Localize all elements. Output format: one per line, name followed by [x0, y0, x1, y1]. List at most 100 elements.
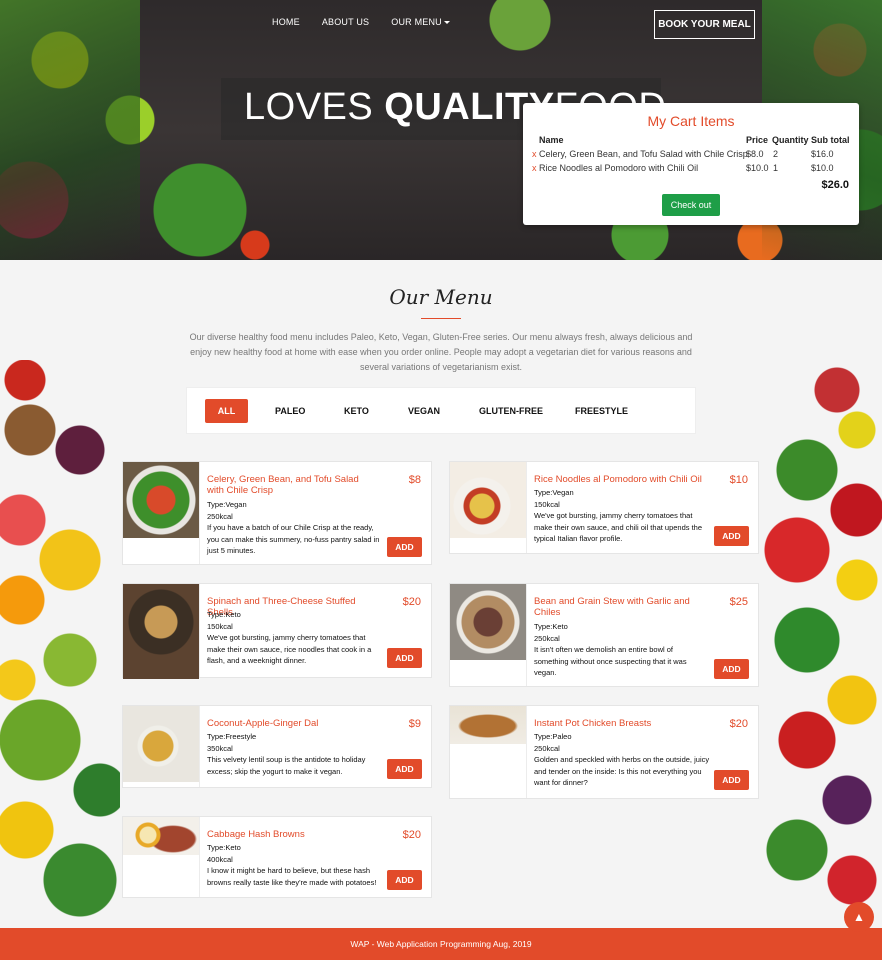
- food-image: [123, 462, 199, 538]
- cart-item-subtotal: $16.0: [811, 149, 834, 159]
- food-title: Rice Noodles al Pomodoro with Chili Oil: [534, 474, 702, 485]
- hero-title-light: LOVES: [244, 86, 385, 128]
- add-button[interactable]: ADD: [387, 759, 422, 779]
- vegetables-left-decoration: [0, 360, 120, 930]
- food-type: Type:Freestyle: [207, 732, 257, 741]
- add-button[interactable]: ADD: [387, 648, 422, 668]
- footer: WAP - Web Application Programming Aug, 2…: [0, 928, 882, 960]
- food-description: This velvety lentil soup is the antidote…: [207, 755, 366, 776]
- food-price: $20: [402, 829, 421, 841]
- food-image: [123, 706, 199, 782]
- food-type: Type:Vegan: [207, 500, 247, 509]
- food-price: $20: [402, 596, 421, 608]
- food-type: Type:Vegan: [534, 488, 574, 497]
- food-price: $25: [729, 596, 748, 608]
- food-description: If you have a batch of our Chile Crisp a…: [207, 523, 380, 555]
- food-description: Golden and speckled with herbs on the ou…: [534, 755, 710, 787]
- food-type: Type:Keto: [207, 843, 241, 852]
- food-type: Type:Keto: [207, 610, 241, 619]
- filter-paleo[interactable]: PALEO: [275, 406, 305, 416]
- food-kcal: 150kcal: [207, 621, 233, 631]
- food-description: We've got bursting, jammy cherry tomatoe…: [207, 633, 372, 665]
- add-button[interactable]: ADD: [714, 526, 749, 546]
- food-title: Cabbage Hash Browns: [207, 829, 305, 840]
- food-info: Type:Freestyle 350kcal This velvety lent…: [207, 731, 385, 777]
- cart-item-price: $8.0: [746, 149, 764, 159]
- add-button[interactable]: ADD: [714, 659, 749, 679]
- food-info: Type:Keto 400kcal I know it might be har…: [207, 842, 387, 888]
- food-type: Type:Keto: [534, 622, 568, 631]
- food-kcal: 150kcal: [534, 499, 560, 509]
- food-type: Type:Paleo: [534, 732, 572, 741]
- food-info: Type:Vegan 150kcal We've got bursting, j…: [534, 487, 712, 545]
- food-price: $8: [408, 474, 421, 486]
- food-price: $10: [729, 474, 748, 486]
- add-button[interactable]: ADD: [387, 870, 422, 890]
- food-info: Type:Vegan 250kcal If you have a batch o…: [207, 499, 387, 557]
- filter-freestyle[interactable]: FREESTYLE: [575, 406, 628, 416]
- food-price: $20: [729, 718, 748, 730]
- filter-keto[interactable]: KETO: [344, 406, 369, 416]
- food-image: [450, 462, 526, 538]
- nav-home[interactable]: HOME: [272, 17, 300, 27]
- vegetables-right-decoration: [757, 360, 882, 930]
- food-description: I know it might be hard to believe, but …: [207, 866, 377, 887]
- nav-our-menu-label: OUR MENU: [391, 17, 442, 27]
- nav-about-us[interactable]: ABOUT US: [322, 17, 369, 27]
- food-title: Bean and Grain Stew with Garlic and Chil…: [534, 596, 690, 618]
- food-title: Coconut-Apple-Ginger Dal: [207, 718, 319, 729]
- scroll-to-top-button[interactable]: ▲: [844, 902, 874, 932]
- menu-card: Instant Pot Chicken Breasts $20 Type:Pal…: [449, 705, 759, 799]
- menu-card: Cabbage Hash Browns $20 Type:Keto 400kca…: [122, 816, 432, 898]
- menu-section-title: Our Menu: [389, 285, 493, 309]
- cart-item-price: $10.0: [746, 163, 769, 173]
- cart-item-quantity: 2: [773, 149, 779, 159]
- food-image: [123, 817, 199, 855]
- food-kcal: 250kcal: [207, 511, 233, 521]
- menu-card: Coconut-Apple-Ginger Dal $9 Type:Freesty…: [122, 705, 432, 788]
- food-info: Type:Paleo 250kcal Golden and speckled w…: [534, 731, 714, 789]
- hero-vegetables-left: [0, 0, 140, 260]
- title-underline: [421, 318, 461, 319]
- cart-header-quantity: Quantity: [772, 135, 809, 145]
- nav-our-menu[interactable]: OUR MENU: [391, 17, 450, 27]
- food-description: It isn't often we demolish an entire bow…: [534, 645, 687, 677]
- food-title: Celery, Green Bean, and Tofu Salad with …: [207, 474, 359, 496]
- menu-description: Our diverse healthy food menu includes P…: [189, 332, 693, 372]
- book-your-meal-button[interactable]: BOOK YOUR MEAL: [654, 10, 755, 39]
- cart-item-quantity: 1: [773, 163, 779, 173]
- menu-filter-bar: ALL PALEO KETO VEGAN GLUTEN-FREE FREESTY…: [186, 387, 696, 434]
- food-title: Instant Pot Chicken Breasts: [534, 718, 652, 729]
- food-kcal: 250kcal: [534, 633, 560, 643]
- filter-all[interactable]: ALL: [205, 399, 248, 423]
- food-image: [450, 706, 526, 744]
- cart-item-name: Rice Noodles al Pomodoro with Chili Oil: [539, 163, 699, 173]
- cart-item-name: Celery, Green Bean, and Tofu Salad with …: [539, 149, 748, 159]
- food-info: Type:Keto 250kcal It isn't often we demo…: [534, 621, 704, 679]
- food-image: [450, 584, 526, 660]
- food-kcal: 350kcal: [207, 743, 233, 753]
- menu-card: Bean and Grain Stew with Garlic and Chil…: [449, 583, 759, 687]
- cart-title: My Cart Items: [647, 113, 735, 129]
- cart-header-name: Name: [539, 135, 564, 145]
- menu-card: Spinach and Three-Cheese Stuffed Shells …: [122, 583, 432, 679]
- caret-down-icon: [443, 21, 450, 25]
- cart-header-price: Price: [746, 135, 769, 145]
- food-kcal: 250kcal: [534, 743, 560, 753]
- add-button[interactable]: ADD: [714, 770, 749, 790]
- food-info: Type:Keto 150kcal We've got bursting, ja…: [207, 609, 385, 667]
- cart-header-subtotal: Sub total: [811, 135, 850, 145]
- filter-gluten-free[interactable]: GLUTEN-FREE: [479, 406, 543, 416]
- menu-card: Rice Noodles al Pomodoro with Chili Oil …: [449, 461, 759, 554]
- cart-popup: My Cart Items Name Price Quantity Sub to…: [523, 103, 859, 225]
- main-nav: HOME ABOUT US OUR MENU: [272, 17, 450, 27]
- checkout-button[interactable]: Check out: [662, 194, 720, 216]
- food-description: We've got bursting, jammy cherry tomatoe…: [534, 511, 703, 543]
- remove-item-icon[interactable]: x: [532, 163, 537, 173]
- food-kcal: 400kcal: [207, 854, 233, 864]
- remove-item-icon[interactable]: x: [532, 149, 537, 159]
- add-button[interactable]: ADD: [387, 537, 422, 557]
- food-image: [123, 584, 199, 679]
- cart-item-subtotal: $10.0: [811, 163, 834, 173]
- filter-vegan[interactable]: VEGAN: [408, 406, 440, 416]
